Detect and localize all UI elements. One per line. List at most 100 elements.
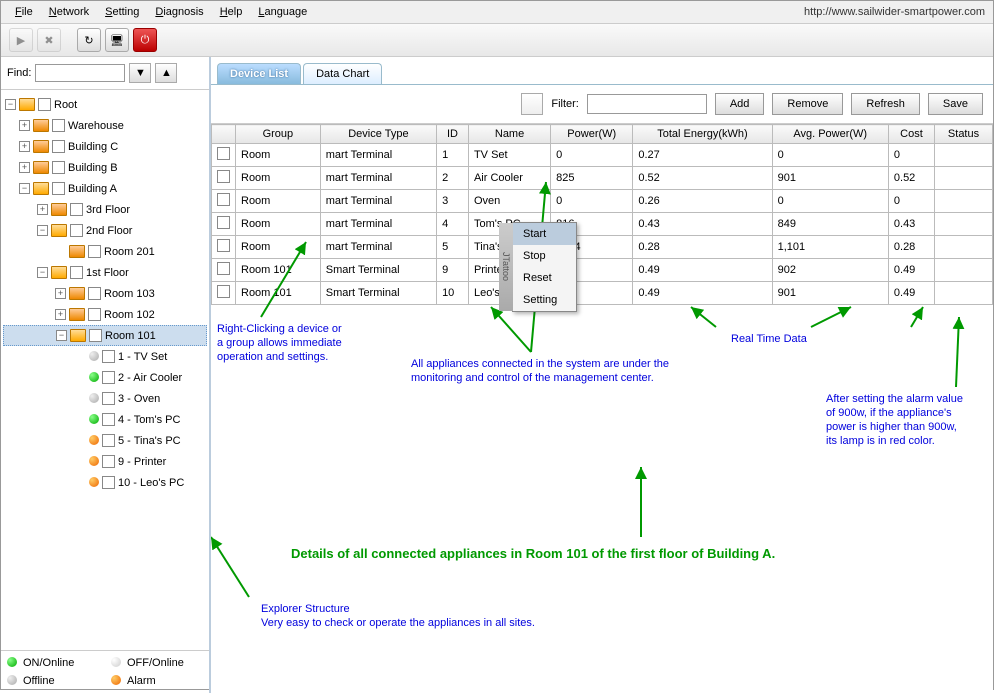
remove-button[interactable]: Remove bbox=[772, 93, 843, 115]
filter-label: Filter: bbox=[551, 98, 579, 110]
tree-device-2[interactable]: 2 - Air Cooler bbox=[3, 367, 207, 388]
tree-label: Room 101 bbox=[105, 330, 156, 342]
tree-3rd-floor[interactable]: +3rd Floor bbox=[3, 199, 207, 220]
col-device-type[interactable]: Device Type bbox=[320, 125, 436, 144]
menu-file[interactable]: File bbox=[9, 4, 39, 20]
ctx-setting[interactable]: Setting bbox=[513, 289, 576, 311]
tree-room-103[interactable]: +Room 103 bbox=[3, 283, 207, 304]
settings-button[interactable]: 🖥 bbox=[105, 28, 129, 52]
tree-building-b[interactable]: +Building B bbox=[3, 157, 207, 178]
toolbar: ▶ ✖ ↻ 🖥 ⏻ bbox=[1, 24, 993, 57]
table-row[interactable]: Roommart Terminal3Oven 00.2600 bbox=[212, 190, 993, 213]
tree-label: Room 103 bbox=[104, 288, 155, 300]
power-button[interactable]: ⏻ bbox=[133, 28, 157, 52]
refresh-button[interactable]: ↻ bbox=[77, 28, 101, 52]
tree-label: 3rd Floor bbox=[86, 204, 130, 216]
tree-label: Building B bbox=[68, 162, 118, 174]
url-label: http://www.sailwider-smartpower.com bbox=[804, 6, 985, 18]
table-row[interactable]: Roommart Terminal5Tina's PC 10540.281,10… bbox=[212, 236, 993, 259]
context-menu[interactable]: JTattoo Start Stop Reset Setting bbox=[512, 222, 577, 312]
stop-button[interactable]: ✖ bbox=[37, 28, 61, 52]
device-grid: Group Device Type ID Name Power(W) Total… bbox=[211, 124, 993, 305]
tree-device-10[interactable]: 10 - Leo's PC bbox=[3, 472, 207, 493]
tree-label: Warehouse bbox=[68, 120, 124, 132]
tree-device-9[interactable]: 9 - Printer bbox=[3, 451, 207, 472]
main-panel: Device List Data Chart Filter: Add Remov… bbox=[211, 57, 993, 693]
legend-off: OFF/Online bbox=[127, 657, 184, 669]
tab-data-chart[interactable]: Data Chart bbox=[303, 63, 382, 84]
menu-help[interactable]: Help bbox=[214, 4, 249, 20]
menu-network[interactable]: Network bbox=[43, 4, 95, 20]
content-area: Find: ▼ ▲ −Root +Warehouse +Building C +… bbox=[1, 57, 993, 693]
tree-label: 3 - Oven bbox=[118, 393, 160, 405]
tab-device-list[interactable]: Device List bbox=[217, 63, 301, 84]
find-up-button[interactable]: ▲ bbox=[155, 63, 177, 83]
ctx-brand: JTattoo bbox=[499, 223, 513, 311]
tree-label: Room 201 bbox=[104, 246, 155, 258]
tree-label: 2 - Air Cooler bbox=[118, 372, 182, 384]
tree-device-5[interactable]: 5 - Tina's PC bbox=[3, 430, 207, 451]
play-button[interactable]: ▶ bbox=[9, 28, 33, 52]
tree-label: Room 102 bbox=[104, 309, 155, 321]
tree-label: Building A bbox=[68, 183, 117, 195]
table-row[interactable]: Roommart Terminal1TV Set 00.2700 bbox=[212, 144, 993, 167]
tree-device-4[interactable]: 4 - Tom's PC bbox=[3, 409, 207, 430]
filter-input[interactable] bbox=[587, 94, 707, 114]
add-button[interactable]: Add bbox=[715, 93, 765, 115]
tree-room-102[interactable]: +Room 102 bbox=[3, 304, 207, 325]
ctx-reset[interactable]: Reset bbox=[513, 267, 576, 289]
ctx-stop[interactable]: Stop bbox=[513, 245, 576, 267]
filter-bar: Filter: Add Remove Refresh Save bbox=[211, 85, 993, 124]
menu-items: File Network Setting Diagnosis Help Lang… bbox=[9, 4, 313, 20]
menu-language[interactable]: Language bbox=[252, 4, 313, 20]
table-row[interactable]: Room 101Smart Terminal9Printer 9800.4990… bbox=[212, 259, 993, 282]
ann-right-click: Right-Clicking a device or a group allow… bbox=[217, 322, 342, 364]
ann-all-appliances: All appliances connected in the system a… bbox=[411, 357, 669, 385]
tree-label: 5 - Tina's PC bbox=[118, 435, 181, 447]
col-group[interactable]: Group bbox=[236, 125, 321, 144]
tree-device-1[interactable]: 1 - TV Set bbox=[3, 346, 207, 367]
sidebar: Find: ▼ ▲ −Root +Warehouse +Building C +… bbox=[1, 57, 211, 693]
table-row[interactable]: Roommart Terminal4Tom's PC 8160.438490.4… bbox=[212, 213, 993, 236]
col-avg-power[interactable]: Avg. Power(W) bbox=[772, 125, 888, 144]
tree-building-c[interactable]: +Building C bbox=[3, 136, 207, 157]
ann-alarm: After setting the alarm value of 900w, i… bbox=[826, 392, 963, 448]
find-label: Find: bbox=[7, 67, 31, 79]
col-cost[interactable]: Cost bbox=[888, 125, 934, 144]
save-button[interactable]: Save bbox=[928, 93, 983, 115]
tree-root[interactable]: −Root bbox=[3, 94, 207, 115]
tree-room-201[interactable]: Room 201 bbox=[3, 241, 207, 262]
tree-label: Root bbox=[54, 99, 77, 111]
find-down-button[interactable]: ▼ bbox=[129, 63, 151, 83]
tree-room-101[interactable]: −Room 101 bbox=[3, 325, 207, 346]
tree-label: Building C bbox=[68, 141, 118, 153]
tree[interactable]: −Root +Warehouse +Building C +Building B… bbox=[1, 90, 209, 650]
col-name[interactable]: Name bbox=[468, 125, 550, 144]
ann-real-time-data: Real Time Data bbox=[731, 332, 807, 346]
menu-diagnosis[interactable]: Diagnosis bbox=[149, 4, 209, 20]
tree-building-a[interactable]: −Building A bbox=[3, 178, 207, 199]
table-row[interactable]: Room 101Smart Terminal10Leo's PC 9070.49… bbox=[212, 282, 993, 305]
tree-label: 1 - TV Set bbox=[118, 351, 167, 363]
menu-setting[interactable]: Setting bbox=[99, 4, 145, 20]
legend-offline: Offline bbox=[23, 675, 55, 687]
tree-warehouse[interactable]: +Warehouse bbox=[3, 115, 207, 136]
legend: ON/Online OFF/Online Offline Alarm bbox=[1, 650, 209, 693]
find-input[interactable] bbox=[35, 64, 125, 82]
tree-label: 10 - Leo's PC bbox=[118, 477, 184, 489]
ann-headline: Details of all connected appliances in R… bbox=[291, 547, 775, 561]
tree-2nd-floor[interactable]: −2nd Floor bbox=[3, 220, 207, 241]
col-total-energy[interactable]: Total Energy(kWh) bbox=[633, 125, 772, 144]
filter-icon-button[interactable] bbox=[521, 93, 543, 115]
tree-device-3[interactable]: 3 - Oven bbox=[3, 388, 207, 409]
grid-header: Group Device Type ID Name Power(W) Total… bbox=[212, 125, 993, 144]
col-id[interactable]: ID bbox=[437, 125, 469, 144]
col-power[interactable]: Power(W) bbox=[551, 125, 633, 144]
find-bar: Find: ▼ ▲ bbox=[1, 57, 209, 90]
tree-1st-floor[interactable]: −1st Floor bbox=[3, 262, 207, 283]
refresh-button[interactable]: Refresh bbox=[851, 93, 920, 115]
col-status[interactable]: Status bbox=[935, 125, 993, 144]
tree-label: 4 - Tom's PC bbox=[118, 414, 180, 426]
ctx-start[interactable]: Start bbox=[513, 223, 576, 245]
table-row[interactable]: Roommart Terminal2Air Cooler 8250.529010… bbox=[212, 167, 993, 190]
